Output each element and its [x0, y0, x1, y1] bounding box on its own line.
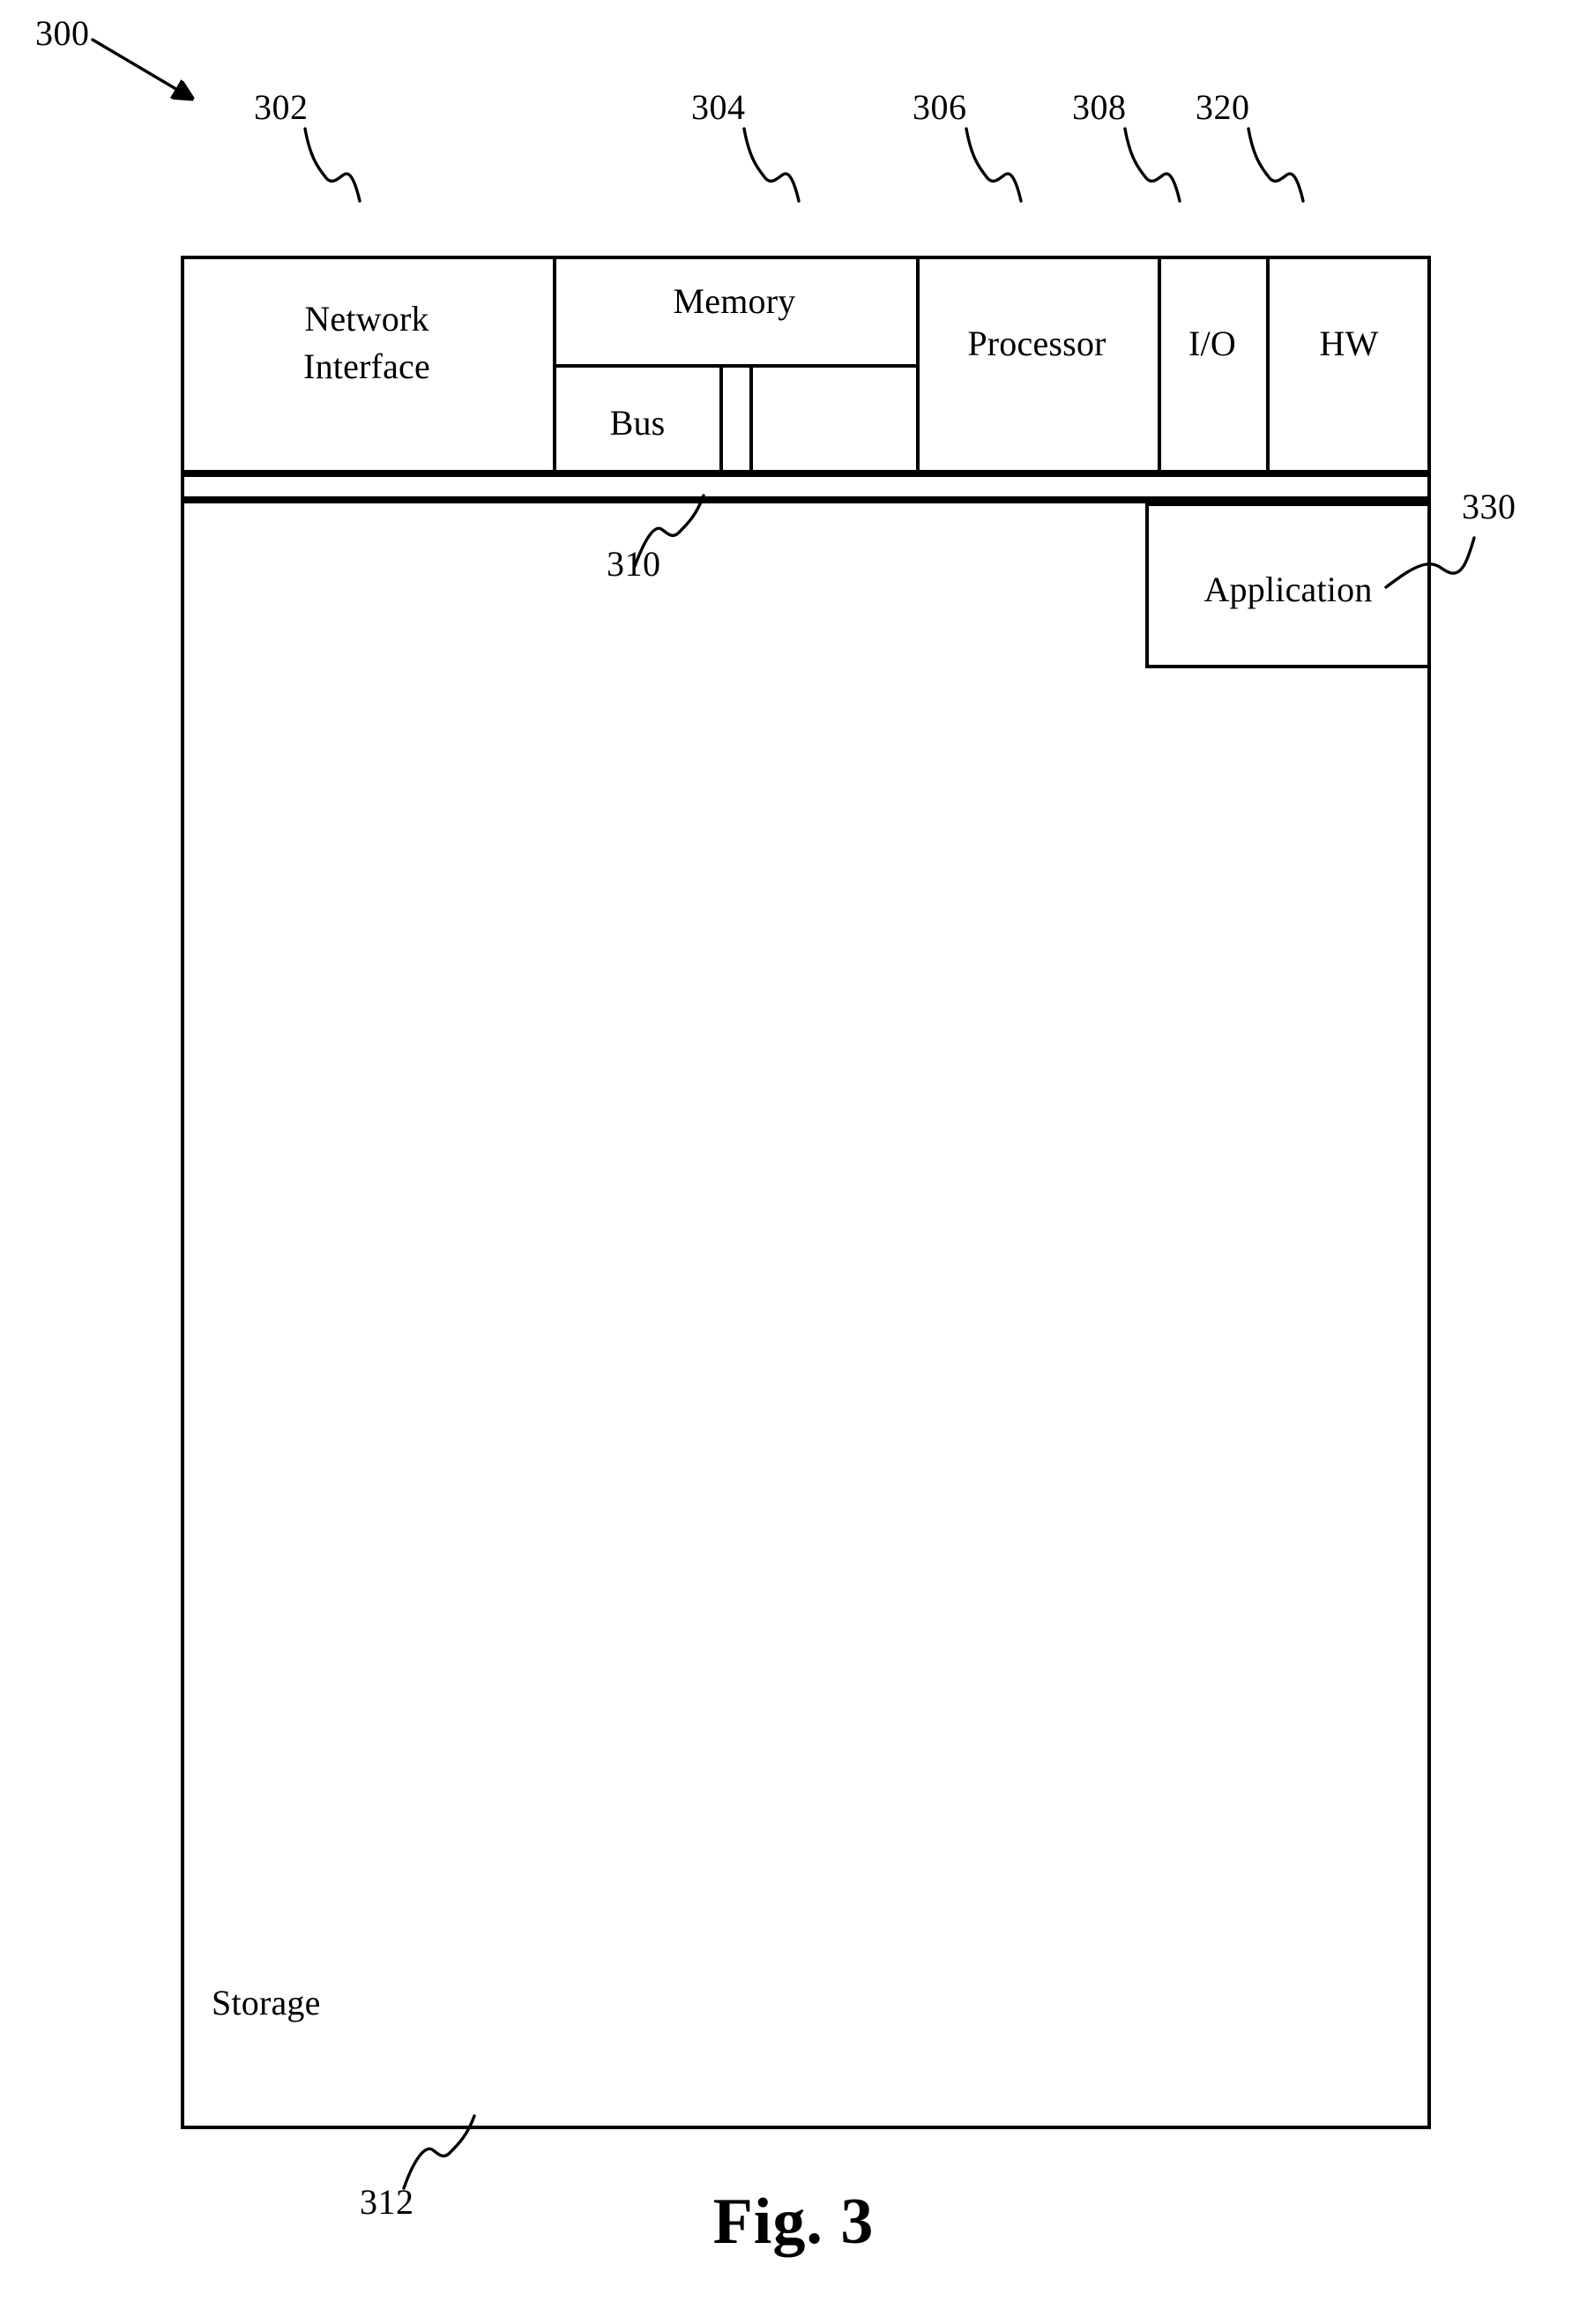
- os-layer-strip: [181, 473, 1431, 500]
- divider-bus-right: [719, 364, 723, 473]
- label-network-interface-line2: Interface: [303, 346, 430, 386]
- divider-processor-io: [1158, 256, 1161, 473]
- storage-container: [181, 500, 1431, 2129]
- ref-308: 308: [1072, 87, 1127, 127]
- leader-304: [742, 127, 801, 203]
- label-processor: Processor: [967, 324, 1106, 363]
- ref-306: 306: [913, 87, 967, 127]
- leader-320: [1247, 127, 1305, 203]
- label-network-interface-line1: Network: [304, 299, 429, 339]
- label-bus: Bus: [609, 403, 666, 443]
- divider-bus-gap: [749, 364, 753, 473]
- ref-330: 330: [1462, 487, 1516, 526]
- divider-io-hw: [1266, 256, 1270, 473]
- leader-302: [303, 127, 361, 203]
- figure-page: 300 302 304 306 308 320 Network Interfac…: [0, 0, 1587, 2324]
- label-memory: Memory: [673, 281, 796, 321]
- label-application: Application: [1203, 570, 1373, 609]
- label-storage: Storage: [212, 1983, 321, 2022]
- ref-302: 302: [254, 87, 309, 127]
- figure-caption: Fig. 3: [712, 2186, 875, 2258]
- label-hw: HW: [1319, 324, 1379, 363]
- leader-308: [1123, 127, 1181, 203]
- ref-320: 320: [1196, 87, 1250, 127]
- ref-300: 300: [35, 13, 90, 53]
- label-io: I/O: [1188, 324, 1236, 363]
- divider-memory-bus: [553, 364, 918, 368]
- ref-304: 304: [691, 87, 746, 127]
- leader-306: [965, 127, 1023, 203]
